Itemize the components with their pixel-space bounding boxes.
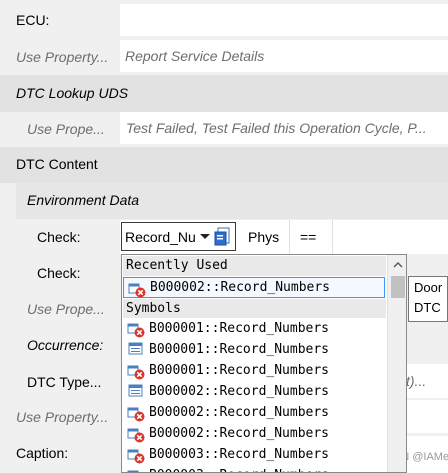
divider [289, 220, 290, 254]
table-error-icon [127, 467, 145, 472]
check-label: Check: [37, 265, 81, 281]
dropdown-item[interactable]: B000001::Record_Numbers [123, 360, 385, 381]
dropdown-item-label: B000001::Record_Numbers [149, 363, 330, 378]
use-property-field[interactable]: Report Service Details [120, 40, 448, 72]
dtc-lookup-header: DTC Lookup UDS [16, 85, 129, 101]
dtc-lookup-section[interactable]: DTC Lookup UDS [0, 75, 448, 112]
symbol-browser-icon[interactable] [213, 227, 232, 246]
use-property-label: Use Prope... [27, 301, 105, 317]
divider [332, 220, 333, 254]
table-error-icon [127, 404, 145, 422]
use-property-value: Test Failed, Test Failed this Operation … [126, 120, 427, 136]
dropdown-item[interactable]: B000001::Record_Numbers [123, 318, 385, 339]
tooltip: Door DTC [408, 276, 448, 322]
dropdown-item-label: B000002::Record_Numbers [150, 280, 331, 295]
environment-data-section[interactable]: Environment Data [16, 183, 448, 219]
check-symbol-value: Record_Nu [125, 229, 196, 245]
scroll-thumb[interactable] [391, 276, 405, 298]
table-error-icon [127, 425, 145, 443]
tooltip-line: Door [414, 280, 443, 295]
dropdown-scrollbar[interactable] [387, 255, 406, 472]
dropdown-item-label: B000002::Record_Numbers [149, 426, 330, 441]
dtc-content-section[interactable]: DTC Content [0, 147, 448, 183]
use-property-label: Use Property... [16, 49, 109, 65]
dtc-type-label: DTC Type... [27, 374, 102, 390]
use-property-field[interactable]: Test Failed, Test Failed this Operation … [120, 112, 448, 144]
dropdown-item-label: B000001::Record_Numbers [149, 342, 330, 357]
use-property-label: Use Property... [16, 409, 109, 425]
dropdown-item[interactable]: B000002::Record_Numbers [123, 277, 385, 298]
dropdown-item[interactable]: B000002::Record_Numbers [123, 402, 385, 423]
use-property-field[interactable] [406, 400, 448, 433]
check-symbol-combobox[interactable]: Record_Nu [121, 222, 236, 251]
table-error-icon [127, 320, 145, 338]
check-label: Check: [37, 229, 81, 245]
dropdown-item-label: B000002::Record_Numbers [149, 384, 330, 399]
dropdown-item-label: B000003::Record_Numbers [149, 465, 329, 472]
dropdown-item-label: B000003::Record_Numbers [149, 447, 330, 462]
table-error-icon [128, 280, 146, 298]
caption-label: Caption: [16, 445, 69, 461]
dropdown-item[interactable]: B000003::Record_Numbers [123, 444, 385, 465]
dropdown-item-label: B000002::Record_Numbers [149, 405, 330, 420]
ecu-field[interactable] [120, 4, 448, 36]
use-property-label: Use Prope... [27, 121, 105, 137]
group-header-symbols: Symbols [123, 299, 386, 318]
table-error-icon [127, 362, 145, 380]
operator-label[interactable]: == [300, 227, 316, 247]
table-error-icon [127, 446, 145, 464]
symbol-dropdown[interactable]: Recently Used B000002::Record_Numbers Sy… [121, 254, 407, 473]
tooltip-line: DTC [414, 300, 441, 315]
dtc-content-header: DTC Content [16, 156, 98, 172]
scroll-up-arrow-icon[interactable] [388, 255, 406, 275]
ecu-label: ECU: [16, 12, 50, 28]
phys-label[interactable]: Phys [248, 227, 279, 247]
chevron-down-icon[interactable] [198, 226, 212, 247]
dtc-type-value: t)... [406, 373, 427, 389]
table-icon [127, 341, 145, 359]
use-property-value: Report Service Details [125, 48, 265, 64]
dropdown-item[interactable]: B000003::Record_Numbers [123, 465, 385, 472]
dropdown-item[interactable]: B000001::Record_Numbers [123, 339, 385, 360]
occurrence-label: Occurrence: [27, 337, 104, 353]
group-header-recently-used: Recently Used [123, 256, 386, 276]
table-icon [127, 383, 145, 401]
environment-data-header: Environment Data [27, 192, 140, 208]
dropdown-item[interactable]: B000002::Record_Numbers [123, 381, 385, 402]
dropdown-item-label: B000001::Record_Numbers [149, 321, 330, 336]
dropdown-item[interactable]: B000002::Record_Numbers [123, 423, 385, 444]
dtc-type-field[interactable]: t)... [406, 364, 448, 398]
